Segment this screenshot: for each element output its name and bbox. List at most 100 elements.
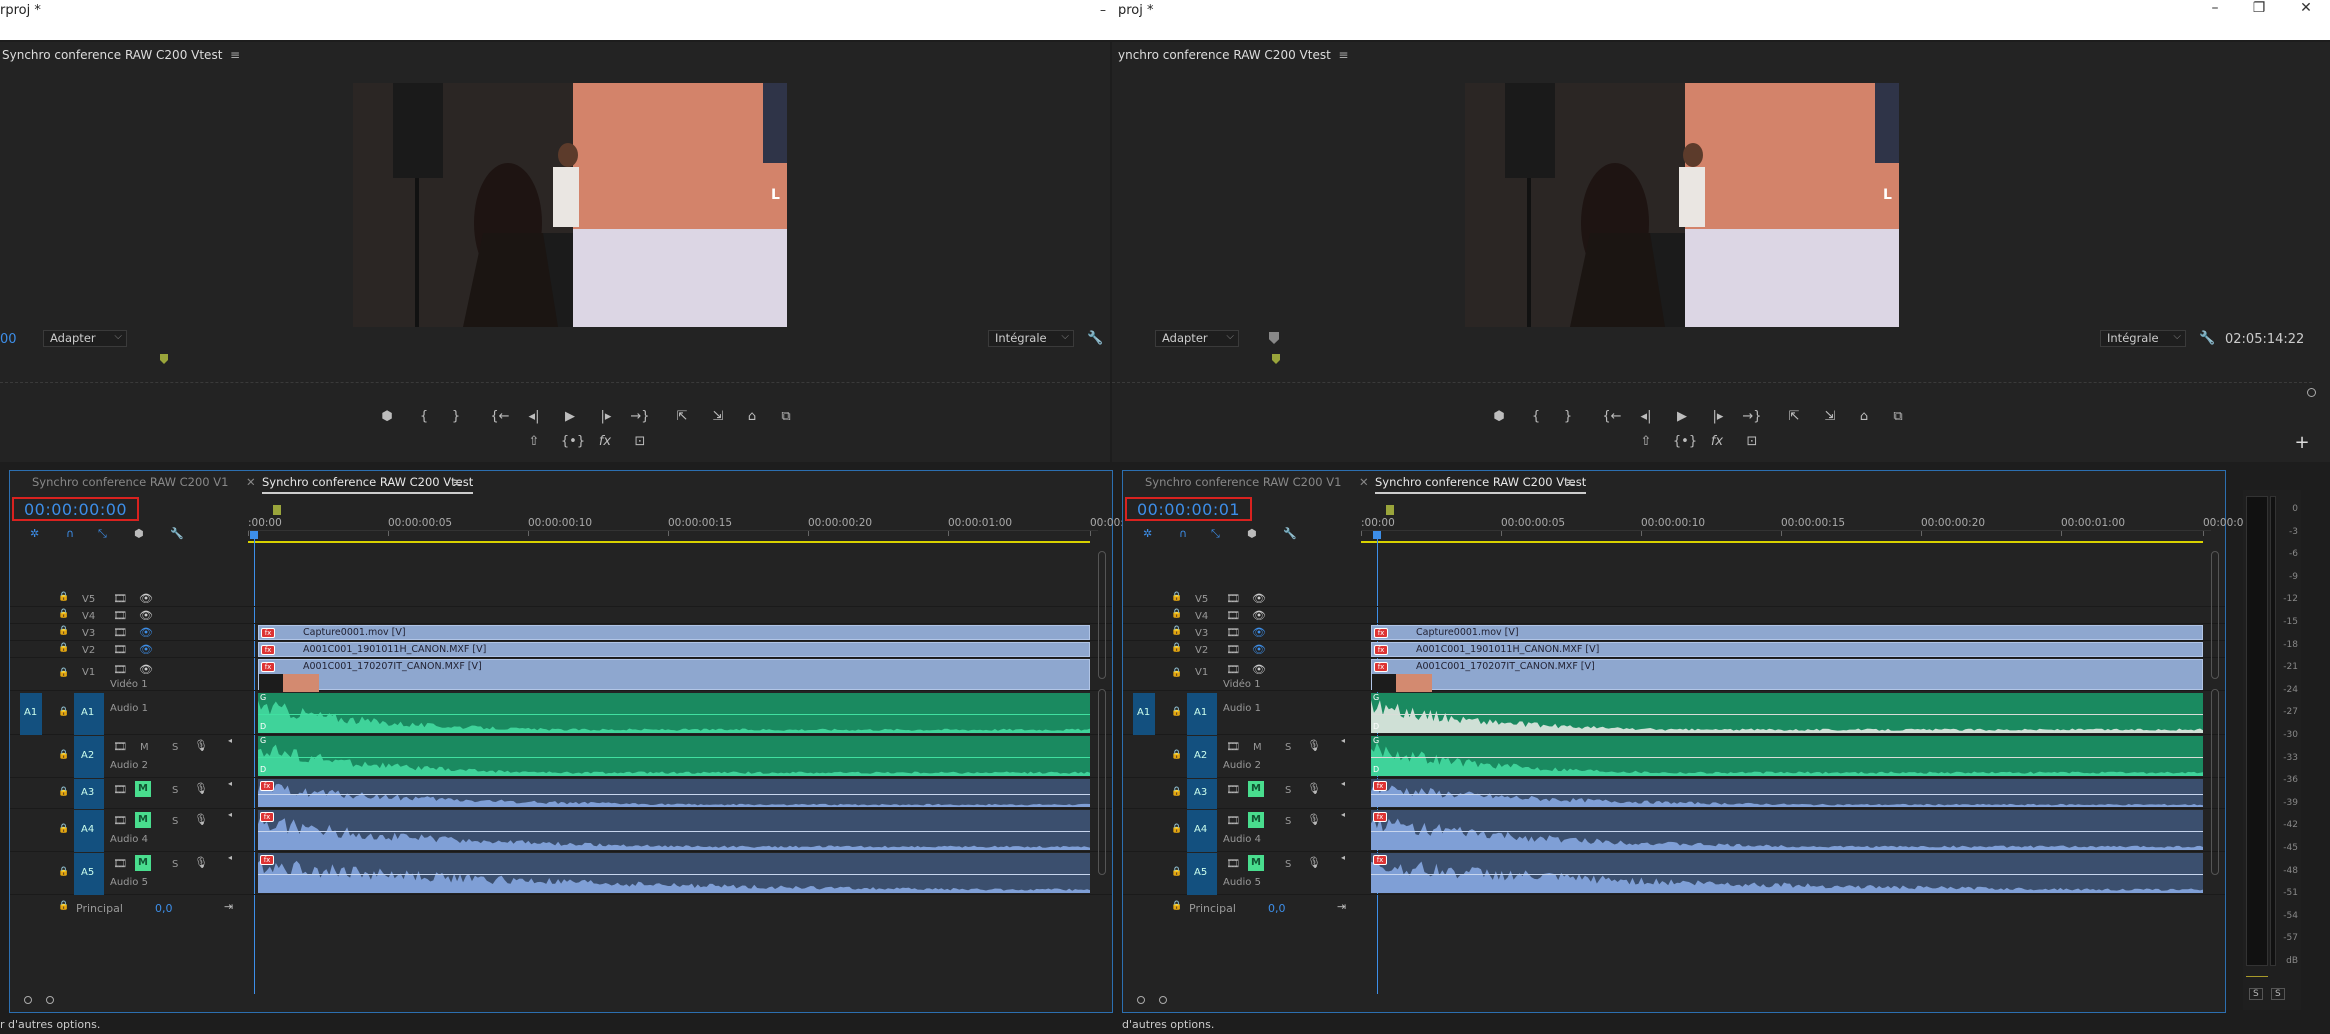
volume-line[interactable] <box>1371 757 2203 758</box>
film-icon[interactable]: 🎞 <box>1226 814 1240 827</box>
magnet-icon[interactable]: ∩ <box>1179 527 1187 540</box>
track-label[interactable]: V1 <box>82 667 95 678</box>
mark-in-button[interactable]: { <box>414 409 434 424</box>
microphone-icon[interactable]: 🎙 <box>1307 813 1321 826</box>
add-marker-button[interactable]: ⬢ <box>377 409 397 424</box>
lock-icon[interactable]: 🔒 <box>1171 787 1182 797</box>
solo-button[interactable]: S <box>172 816 178 827</box>
lock-icon[interactable]: 🔒 <box>58 824 69 834</box>
lift-button[interactable]: ⇱ <box>672 409 692 424</box>
eye-icon[interactable]: 👁 <box>1252 609 1266 622</box>
lock-icon[interactable]: 🔒 <box>1171 609 1182 619</box>
volume-line[interactable] <box>1371 831 2203 832</box>
quality-select[interactable]: Intégrale <box>988 329 1074 347</box>
lock-icon[interactable]: 🔒 <box>58 750 69 760</box>
close-tab-icon[interactable]: ✕ <box>246 475 256 489</box>
film-icon[interactable]: 🎞 <box>113 592 127 605</box>
mute-button-active[interactable]: M <box>135 812 151 828</box>
zoom-out-handle[interactable] <box>1137 996 1145 1004</box>
go-to-end-icon[interactable]: ⇥ <box>224 900 233 913</box>
monitor-ruler[interactable] <box>0 382 1110 396</box>
lock-icon[interactable]: 🔒 <box>1171 592 1182 602</box>
audio-scrollbar[interactable] <box>2211 689 2219 875</box>
snap-icon[interactable]: ✲ <box>1143 527 1152 540</box>
audio-clip[interactable]: fx <box>258 810 1090 850</box>
eye-icon[interactable]: 👁 <box>139 592 153 605</box>
track-label[interactable]: V3 <box>1195 628 1208 639</box>
audio-clip[interactable]: GD <box>258 736 1090 776</box>
solo-button[interactable]: S <box>172 859 178 870</box>
close-tab-icon[interactable]: ✕ <box>1359 475 1369 489</box>
lock-icon[interactable]: 🔒 <box>1171 750 1182 760</box>
volume-line[interactable] <box>1371 874 2203 875</box>
volume-line[interactable] <box>258 831 1090 832</box>
video-clip[interactable]: fx Capture0001.mov [V] <box>258 625 1090 640</box>
solo-left-button[interactable]: S <box>2249 988 2263 1000</box>
lift-up-button[interactable]: ⇧ <box>1636 434 1656 449</box>
mute-button[interactable]: M <box>140 742 149 753</box>
audio-clip[interactable]: fx <box>258 853 1090 893</box>
vr-button[interactable]: ⊡ <box>1742 434 1762 449</box>
playhead[interactable] <box>1373 531 1381 539</box>
lock-icon[interactable]: 🔒 <box>58 609 69 619</box>
volume-line[interactable] <box>1371 794 2203 795</box>
film-icon[interactable]: 🎞 <box>1226 643 1240 656</box>
play-button[interactable]: ▶ <box>560 409 580 424</box>
audio-clip[interactable]: fx <box>258 779 1090 807</box>
track-target[interactable]: A3 <box>1187 779 1217 809</box>
video-clip[interactable]: fx A001C001_1901011H_CANON.MXF [V] <box>258 642 1090 657</box>
zoom-in-handle[interactable] <box>46 996 54 1004</box>
fx-button[interactable]: fx <box>1707 434 1727 449</box>
lock-icon[interactable]: 🔒 <box>58 707 69 717</box>
panel-menu-icon[interactable]: ≡ <box>1566 475 1576 489</box>
wrench-icon[interactable]: 🔧 <box>1087 331 1103 346</box>
video-clip[interactable]: fx Capture0001.mov [V] <box>1371 625 2203 640</box>
track-target[interactable]: A2 <box>74 736 104 778</box>
track-target[interactable]: A2 <box>1187 736 1217 778</box>
track-target[interactable]: A5 <box>74 853 104 895</box>
volume-line[interactable] <box>258 794 1090 795</box>
add-marker-icon[interactable]: ⬢ <box>134 527 144 540</box>
microphone-icon[interactable]: 🎙 <box>1307 856 1321 869</box>
timecode-fragment[interactable]: 00 <box>0 332 17 347</box>
video-scrollbar[interactable] <box>2211 551 2219 679</box>
volume-line[interactable] <box>258 874 1090 875</box>
eye-icon[interactable]: 👁 <box>139 663 153 676</box>
microphone-icon[interactable]: 🎙 <box>1307 739 1321 752</box>
film-icon[interactable]: 🎞 <box>1226 592 1240 605</box>
playhead[interactable] <box>250 531 258 539</box>
fit-select-right[interactable]: Adapter <box>1155 329 1239 347</box>
track-label[interactable]: V5 <box>1195 594 1208 605</box>
tab-sequence-vtest[interactable]: Synchro conference RAW C200 Vtest <box>262 475 474 494</box>
solo-button[interactable]: S <box>1285 785 1291 796</box>
expand-arrow-icon[interactable]: ◂ <box>228 736 232 745</box>
vr-button[interactable]: ⊡ <box>630 434 650 449</box>
work-area-bar[interactable] <box>248 541 1090 543</box>
lock-icon[interactable]: 🔒 <box>58 643 69 653</box>
lock-icon[interactable]: 🔒 <box>58 626 69 636</box>
export-frame-button[interactable]: ⌂ <box>742 409 762 424</box>
microphone-icon[interactable]: 🎙 <box>194 739 208 752</box>
monitor-title-right[interactable]: ynchro conference RAW C200 Vtest ≡ <box>1118 48 1348 62</box>
track-label[interactable]: V5 <box>82 594 95 605</box>
expand-arrow-icon[interactable]: ◂ <box>1341 736 1345 745</box>
work-area-bar[interactable] <box>1361 541 2203 543</box>
step-forward-button[interactable]: |▸ <box>596 409 616 424</box>
expand-arrow-icon[interactable]: ◂ <box>1341 779 1345 788</box>
lock-icon[interactable]: 🔒 <box>58 592 69 602</box>
video-scrollbar[interactable] <box>1098 551 1106 679</box>
film-icon[interactable]: 🎞 <box>1226 609 1240 622</box>
lock-icon[interactable]: 🔒 <box>58 787 69 797</box>
lift-up-button[interactable]: ⇧ <box>524 434 544 449</box>
lock-icon[interactable]: 🔒 <box>1171 643 1182 653</box>
solo-button[interactable]: S <box>1285 742 1291 753</box>
mark-out-button[interactable]: } <box>446 409 466 424</box>
lock-icon[interactable]: 🔒 <box>58 668 69 678</box>
microphone-icon[interactable]: 🎙 <box>194 782 208 795</box>
expand-arrow-icon[interactable]: ◂ <box>1341 853 1345 862</box>
magnet-icon[interactable]: ∩ <box>66 527 74 540</box>
add-marker-button[interactable]: ⬢ <box>1489 409 1509 424</box>
track-target[interactable]: A1 <box>1187 693 1217 735</box>
video-clip[interactable]: fx A001C001_170207IT_CANON.MXF [V] <box>1371 659 2203 692</box>
film-icon[interactable]: 🎞 <box>1226 740 1240 753</box>
